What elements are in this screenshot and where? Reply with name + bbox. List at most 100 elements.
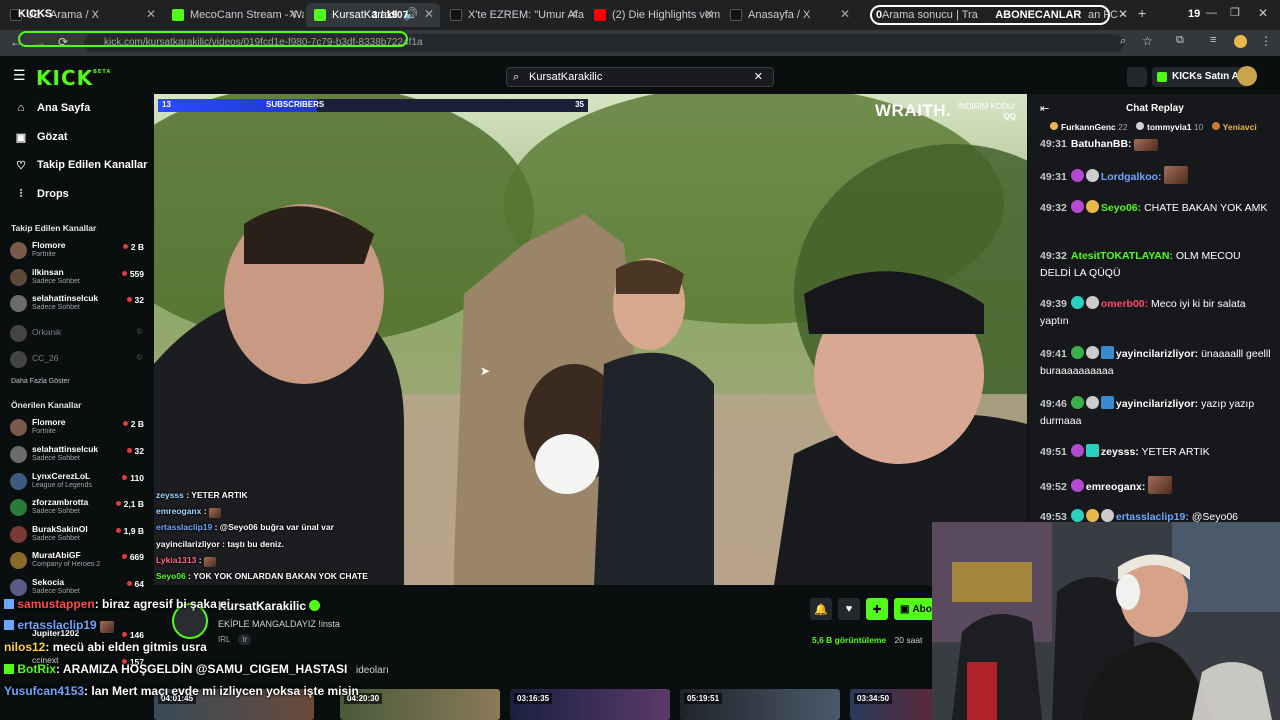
bot-badge-icon	[4, 664, 14, 674]
close-icon[interactable]: ✕	[568, 7, 578, 21]
browser-tab[interactable]: (2) Die Highlights vom 45. ✕	[586, 3, 720, 27]
browser-tab[interactable]: MecoCann Stream - Watc ✕	[164, 3, 304, 27]
search-input[interactable]: ⌕ KursatKarakilic ✕	[506, 67, 774, 87]
kick-logo[interactable]: KICKBETA	[36, 66, 111, 90]
stream-title: EKİPLE MANGALDAYIZ !insta	[218, 619, 340, 629]
viewer-count: 32	[127, 446, 144, 456]
recommended-channel[interactable]: BurakSakinOl Sadece Sohbet 1,9 B	[10, 524, 146, 548]
video-thumbnail[interactable]: 03:16:35	[510, 689, 670, 720]
close-icon[interactable]: ✕	[288, 7, 298, 21]
clear-search-icon[interactable]: ✕	[754, 68, 763, 86]
tab-label: Anasayfa / X	[748, 9, 811, 21]
close-icon[interactable]: ✕	[1118, 7, 1128, 21]
overlay-chat-line: Lykia1313 :	[156, 555, 216, 567]
channel-name[interactable]: KursatKarakilic	[218, 599, 321, 613]
overlay-chat-line: yayincilarizliyor : taştı bu deniz.	[156, 539, 285, 549]
viewer-count: 32	[127, 295, 144, 305]
extensions-icon[interactable]: ⧉	[1176, 34, 1184, 47]
sub-badge-icon	[1070, 479, 1084, 492]
avatar	[10, 325, 27, 342]
video-player[interactable]: 13 SUBSCRIBERS 35 WRAITH. İNDİRİM KODU: …	[154, 94, 1027, 585]
profile-avatar[interactable]	[1234, 35, 1247, 48]
avatar	[10, 351, 27, 368]
chat-user: zeysss:	[1100, 446, 1139, 458]
tab-label: MecoCann Stream - Watc	[190, 9, 304, 21]
recommended-channel[interactable]: Flomore Fortnite 2 B	[10, 417, 146, 441]
recommended-channel[interactable]: MuratAbiGF Company of Heroes 2 669	[10, 550, 146, 574]
video-thumbnail[interactable]: 03:34:50	[850, 689, 934, 720]
viewer-count: 559	[122, 269, 144, 279]
tab-count: 19	[1188, 8, 1201, 20]
sub-badge-icon	[1070, 396, 1084, 409]
recommended-channel[interactable]: selahattinselcuk Sadece Sohbet 32	[10, 444, 146, 468]
notification-bell-button[interactable]: 🔔	[810, 598, 832, 620]
hamburger-menu-icon[interactable]: ☰	[13, 67, 26, 84]
channel-name: ilkinsan	[32, 267, 64, 277]
video-thumbnail[interactable]: 04:20:30	[340, 689, 500, 720]
sub-badge-icon	[1070, 444, 1084, 457]
creator-dashboard-icon[interactable]	[1127, 67, 1147, 87]
videos-section-label: ideoları	[356, 665, 389, 676]
channel-name: CC_26	[32, 353, 59, 363]
buy-kicks-button[interactable]: KICKs Satın Al	[1152, 67, 1249, 87]
followed-channel[interactable]: Flomore Fortnite 2 B	[10, 240, 146, 264]
playlist-icon[interactable]: ≡	[1210, 34, 1216, 46]
browser-tab[interactable]: Anasayfa / X ✕	[722, 3, 856, 27]
gift-button[interactable]: ✚	[866, 598, 888, 620]
bookmark-star-icon[interactable]: ☆	[1142, 34, 1153, 48]
close-icon[interactable]: ✕	[424, 7, 434, 21]
channel-category: Sadece Sohbet	[32, 508, 80, 515]
chat-time: 49:39	[1040, 298, 1067, 310]
avatar	[10, 446, 27, 463]
chat-user: yayincilarizliyor	[156, 539, 220, 549]
streamer-chat-line: BotRix: ARAMIZA HOŞGELDİN @SAMU_CIGEM_HA…	[4, 662, 347, 676]
show-more-link[interactable]: Daha Fazla Göster	[11, 378, 70, 385]
close-window-icon[interactable]: ✕	[1258, 6, 1268, 20]
close-icon[interactable]: ✕	[840, 7, 850, 21]
sidebar-item-following[interactable]: ♡ Takip Edilen Kanallar	[14, 157, 147, 173]
sidebar-item-browse[interactable]: ▣ Gözat	[14, 129, 68, 145]
language-tag[interactable]: tr	[238, 634, 252, 645]
channel-name: zforzambrotta	[32, 497, 89, 507]
chat-user: Yusufcan4153	[4, 684, 85, 698]
chat-text: taştı bu deniz.	[227, 539, 285, 549]
chat-message: 49:31 Lordgalkoo:	[1040, 166, 1272, 186]
restore-icon[interactable]: ❐	[1230, 6, 1240, 19]
recommended-channel[interactable]: LynxCerezLoL League of Legends 110	[10, 471, 146, 495]
sidebar-item-home[interactable]: ⌂ Ana Sayfa	[14, 100, 91, 116]
badge-icon	[1085, 509, 1099, 522]
menu-dots-icon[interactable]: ⋮	[1260, 34, 1272, 48]
search-value: KursatKarakilic	[529, 71, 603, 83]
followed-channel[interactable]: ilkinsan Sadece Sohbet 559	[10, 267, 146, 291]
kick-top-nav: ☰ KICKBETA ⌕ KursatKarakilic ✕ KICKs Sat…	[0, 56, 1280, 94]
chat-user: Lykia1313	[156, 555, 197, 565]
video-thumbnail[interactable]: 05:19:51	[680, 689, 840, 720]
abone-label: ABONECANLAR	[995, 9, 1082, 21]
favorite-button[interactable]: ♥	[838, 598, 860, 620]
subscribe-button[interactable]: ▣Abone	[894, 598, 934, 620]
close-icon[interactable]: ✕	[704, 7, 714, 21]
recommended-channel[interactable]: zforzambrotta Sadece Sohbet 2,1 B	[10, 497, 146, 521]
browser-tab[interactable]: X'te EZREM: "Umur Afan S ✕	[442, 3, 584, 27]
badge-icon	[4, 599, 14, 609]
followed-channel-offline[interactable]: CC_26 ⦸	[10, 349, 146, 373]
subscriber-goal: 35	[575, 100, 584, 109]
chat-user: Lordgalkoo:	[1100, 171, 1162, 183]
subscribe-label: Abone	[912, 603, 934, 615]
badge-icon	[1100, 396, 1114, 409]
zoom-icon[interactable]: ⌕	[1120, 35, 1126, 48]
new-tab-icon[interactable]: +	[1138, 5, 1146, 21]
logo-text: KICK	[36, 66, 94, 90]
close-icon[interactable]: ✕	[146, 7, 156, 21]
minimize-icon[interactable]: —	[1206, 7, 1217, 19]
collapse-chat-icon[interactable]: ⇤	[1040, 102, 1049, 115]
recommended-section-title: Önerilen Kanallar	[11, 400, 82, 410]
user-avatar[interactable]	[1237, 66, 1257, 86]
followed-channel-offline[interactable]: Orkanik ⦸	[10, 323, 146, 347]
sidebar-item-drops[interactable]: ⫶ Drops	[14, 186, 69, 202]
avatar	[10, 579, 27, 596]
time-ago: 20 saat	[894, 635, 923, 645]
followed-channel[interactable]: selahattinselcuk Sadece Sohbet 32	[10, 293, 146, 317]
emote-icon	[203, 557, 216, 567]
stream-category[interactable]: IRL tr	[218, 634, 252, 645]
